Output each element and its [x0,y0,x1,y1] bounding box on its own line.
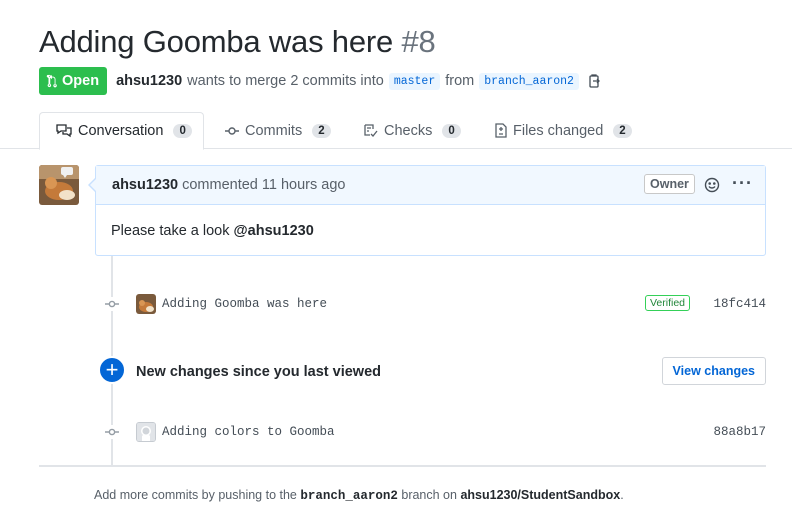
new-changes-text: New changes since you last viewed [136,364,381,380]
comment-discussion-icon [56,124,72,138]
head-branch[interactable]: branch_aaron2 [479,72,579,90]
kebab-horizontal-icon[interactable]: ··· [732,174,753,192]
tab-counter: 0 [173,124,192,138]
pr-author-link[interactable]: ahsu1230 [116,73,182,89]
commit-message-link[interactable]: Adding Goomba was here [162,297,327,311]
commit-sha-link[interactable]: 18fc414 [713,297,766,311]
comment-box: ahsu1230 commented 11 hours ago Owner ··… [88,165,766,257]
base-branch[interactable]: master [388,72,441,90]
commit-item: Adding colors to Goomba 88a8b17 [105,421,766,443]
checklist-icon [364,123,378,137]
state-label: Open [62,73,100,89]
tab-label: Conversation [78,123,164,139]
timeline-divider [39,465,766,467]
push-hint-repo[interactable]: ahsu1230/StudentSandbox [460,488,620,502]
merge-text: wants to merge 2 commits into [187,73,384,89]
git-pull-request-icon [46,74,57,88]
comment-author-link[interactable]: ahsu1230 [112,177,178,193]
pr-title-text: Adding Goomba was here [39,24,394,59]
git-commit-icon [105,425,119,439]
git-commit-icon [225,126,239,135]
emoji-reaction-icon[interactable] [704,177,720,193]
comment-body: Please take a look @ahsu1230 [96,205,765,257]
commit-message-link[interactable]: Adding colors to Goomba [162,425,335,439]
tab-conversation[interactable]: Conversation 0 [39,112,204,150]
commit-sha-link[interactable]: 88a8b17 [713,425,766,439]
push-hint-suffix: . [620,488,624,502]
tab-label: Checks [384,122,433,139]
comment-body-text: Please take a look [111,223,234,239]
pr-tabs: Conversation 0 Commits 2 Checks 0 Files … [0,112,792,150]
pr-number: #8 [401,24,436,59]
avatar[interactable] [39,165,79,205]
comment-timestamp[interactable]: commented 11 hours ago [182,177,345,193]
owner-badge: Owner [644,174,695,194]
tab-counter: 0 [442,123,461,138]
pr-meta: Open ahsu1230 wants to merge 2 commits i… [39,67,602,95]
file-diff-icon [495,123,507,138]
plus-icon: + [98,356,126,384]
tab-counter: 2 [613,123,632,138]
default-avatar-icon[interactable] [136,422,156,442]
verified-badge[interactable]: Verified [645,295,691,311]
push-hint-middle: branch on [397,488,461,502]
from-text: from [445,73,475,89]
git-commit-icon [105,297,119,311]
tab-checks[interactable]: Checks 0 [364,112,461,149]
tab-counter: 2 [312,123,331,138]
clipboard-icon[interactable] [588,73,602,89]
tab-files-changed[interactable]: Files changed 2 [495,112,632,149]
commit-item: Adding Goomba was here Verified 18fc414 [105,293,766,315]
new-changes-banner: + New changes since you last viewed View… [98,356,766,386]
push-hint-branch: branch_aaron2 [300,489,398,503]
user-mention-link[interactable]: @ahsu1230 [234,223,314,239]
commit-author-avatar[interactable] [136,294,156,314]
tab-label: Commits [245,122,303,139]
tab-commits[interactable]: Commits 2 [225,112,331,149]
push-hint: Add more commits by pushing to the branc… [94,488,624,503]
push-hint-prefix: Add more commits by pushing to the [94,488,301,502]
pr-title: Adding Goomba was here #8 [39,24,436,60]
comment-header: ahsu1230 commented 11 hours ago Owner ··… [96,166,765,205]
view-changes-button[interactable]: View changes [661,357,766,385]
state-badge: Open [39,67,108,95]
tab-label: Files changed [513,122,604,139]
